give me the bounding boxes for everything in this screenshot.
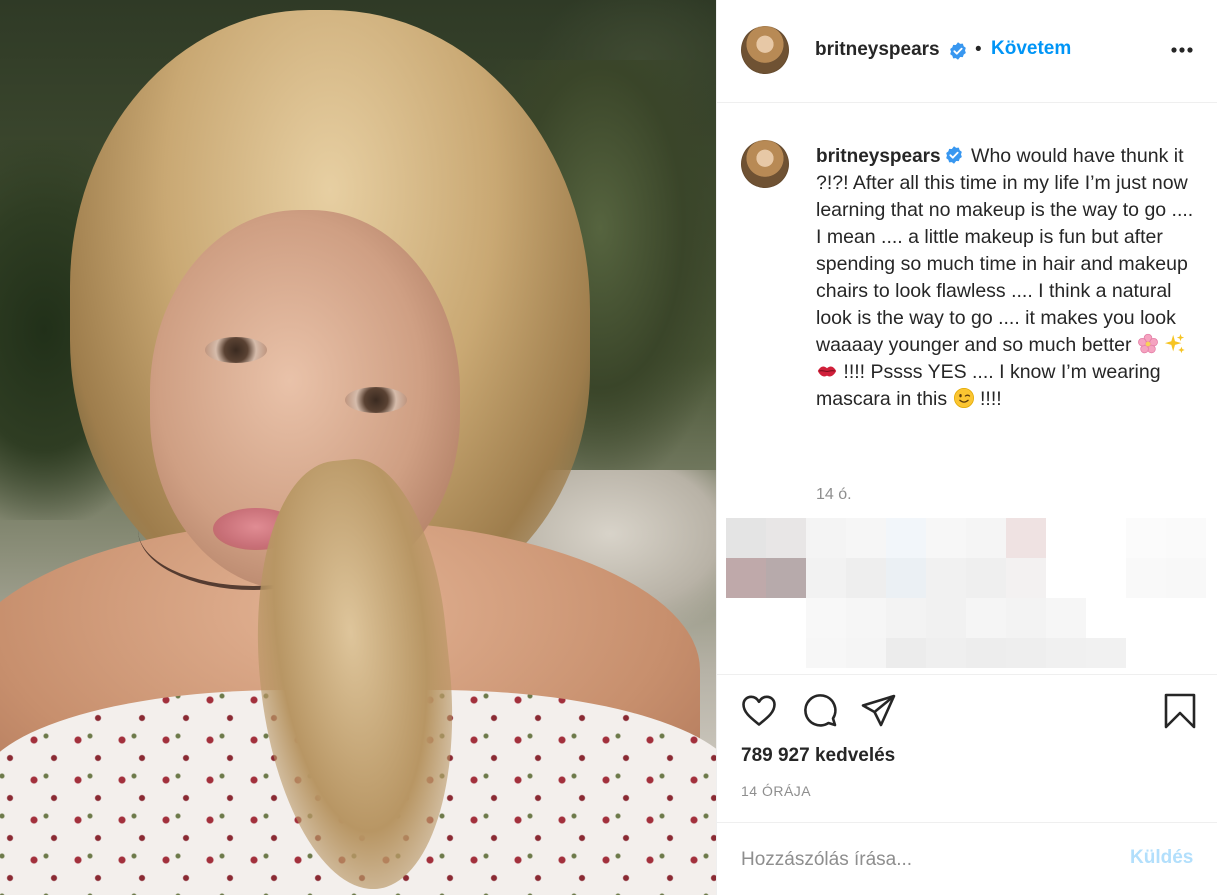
pixel-block (1166, 518, 1206, 558)
pixel-block (1046, 638, 1086, 668)
pixel-block (886, 558, 926, 598)
pixel-block (1006, 638, 1046, 668)
pixel-block (766, 518, 806, 558)
kiss-mark-emoji (817, 366, 837, 377)
like-count[interactable]: 789 927 kedvelés (741, 745, 895, 767)
photo-eye (205, 337, 267, 363)
header-username[interactable]: britneyspears (815, 39, 940, 61)
pixelated-comments (726, 518, 1206, 668)
pixel-block (966, 598, 1006, 638)
post-side-panel: britneyspears • Követem britneyspears Wh… (716, 0, 1217, 895)
pixel-block (1006, 518, 1046, 558)
heart-icon[interactable] (739, 691, 779, 731)
pixel-block (846, 558, 886, 598)
post-actions: 789 927 kedvelés 14 ÓRÁJA Küldés (717, 674, 1217, 895)
pixel-block (926, 558, 966, 598)
pixel-block (1126, 518, 1166, 558)
comment-input[interactable] (741, 847, 1101, 873)
pixel-block (926, 638, 966, 668)
winking-face-emoji (953, 388, 974, 408)
photo-eye (345, 387, 407, 413)
pixel-block (886, 638, 926, 668)
pixel-block (966, 518, 1006, 558)
following-button[interactable]: Követem (991, 38, 1071, 60)
pixel-block (886, 518, 926, 558)
pixel-block (1166, 558, 1206, 598)
pixel-block (886, 598, 926, 638)
pixel-block (846, 638, 886, 668)
pixel-block (806, 518, 846, 558)
pixel-block (846, 518, 886, 558)
post-header: britneyspears • Követem (717, 0, 1217, 103)
follow-separator: • (975, 39, 982, 60)
verified-badge-icon (945, 146, 962, 164)
pixel-block (726, 518, 766, 558)
add-comment-section: Küldés (717, 822, 1217, 895)
comment-icon[interactable] (800, 691, 840, 731)
post-date[interactable]: 14 ÓRÁJA (741, 783, 811, 799)
instagram-post-view: britneyspears • Követem britneyspears Wh… (0, 0, 1217, 895)
pixel-block (966, 638, 1006, 668)
verified-badge-icon (950, 42, 966, 60)
post-caption: britneyspears Who would have thunk it ?!… (816, 143, 1201, 413)
pixel-block (1086, 638, 1126, 668)
pixel-block (926, 518, 966, 558)
pixel-block (806, 598, 846, 638)
post-comment-button[interactable]: Küldés (1130, 847, 1193, 869)
pixel-block (766, 558, 806, 598)
bookmark-icon[interactable] (1160, 691, 1200, 731)
more-options-icon[interactable] (1167, 40, 1197, 60)
caption-avatar[interactable] (741, 140, 789, 188)
avatar[interactable] (741, 26, 789, 74)
pixel-block (1006, 598, 1046, 638)
pixel-block (806, 558, 846, 598)
caption-username[interactable]: britneyspears (816, 146, 941, 167)
pixel-block (966, 558, 1006, 598)
cherry-blossom-emoji (1137, 333, 1158, 354)
pixel-block (1126, 558, 1166, 598)
post-photo[interactable] (0, 0, 716, 895)
pixel-block (926, 598, 966, 638)
pixel-block (726, 558, 766, 598)
pixel-block (846, 598, 886, 638)
pixel-block (1046, 598, 1086, 638)
caption-text: Who would have thunk it ?!?! After all t… (816, 145, 1194, 356)
pixel-block (806, 638, 846, 668)
caption-timestamp[interactable]: 14 ó. (816, 486, 852, 504)
caption-text-end: !!!! (979, 388, 1002, 410)
sparkles-emoji (1165, 333, 1185, 354)
share-icon[interactable] (859, 691, 899, 731)
pixel-block (1006, 558, 1046, 598)
